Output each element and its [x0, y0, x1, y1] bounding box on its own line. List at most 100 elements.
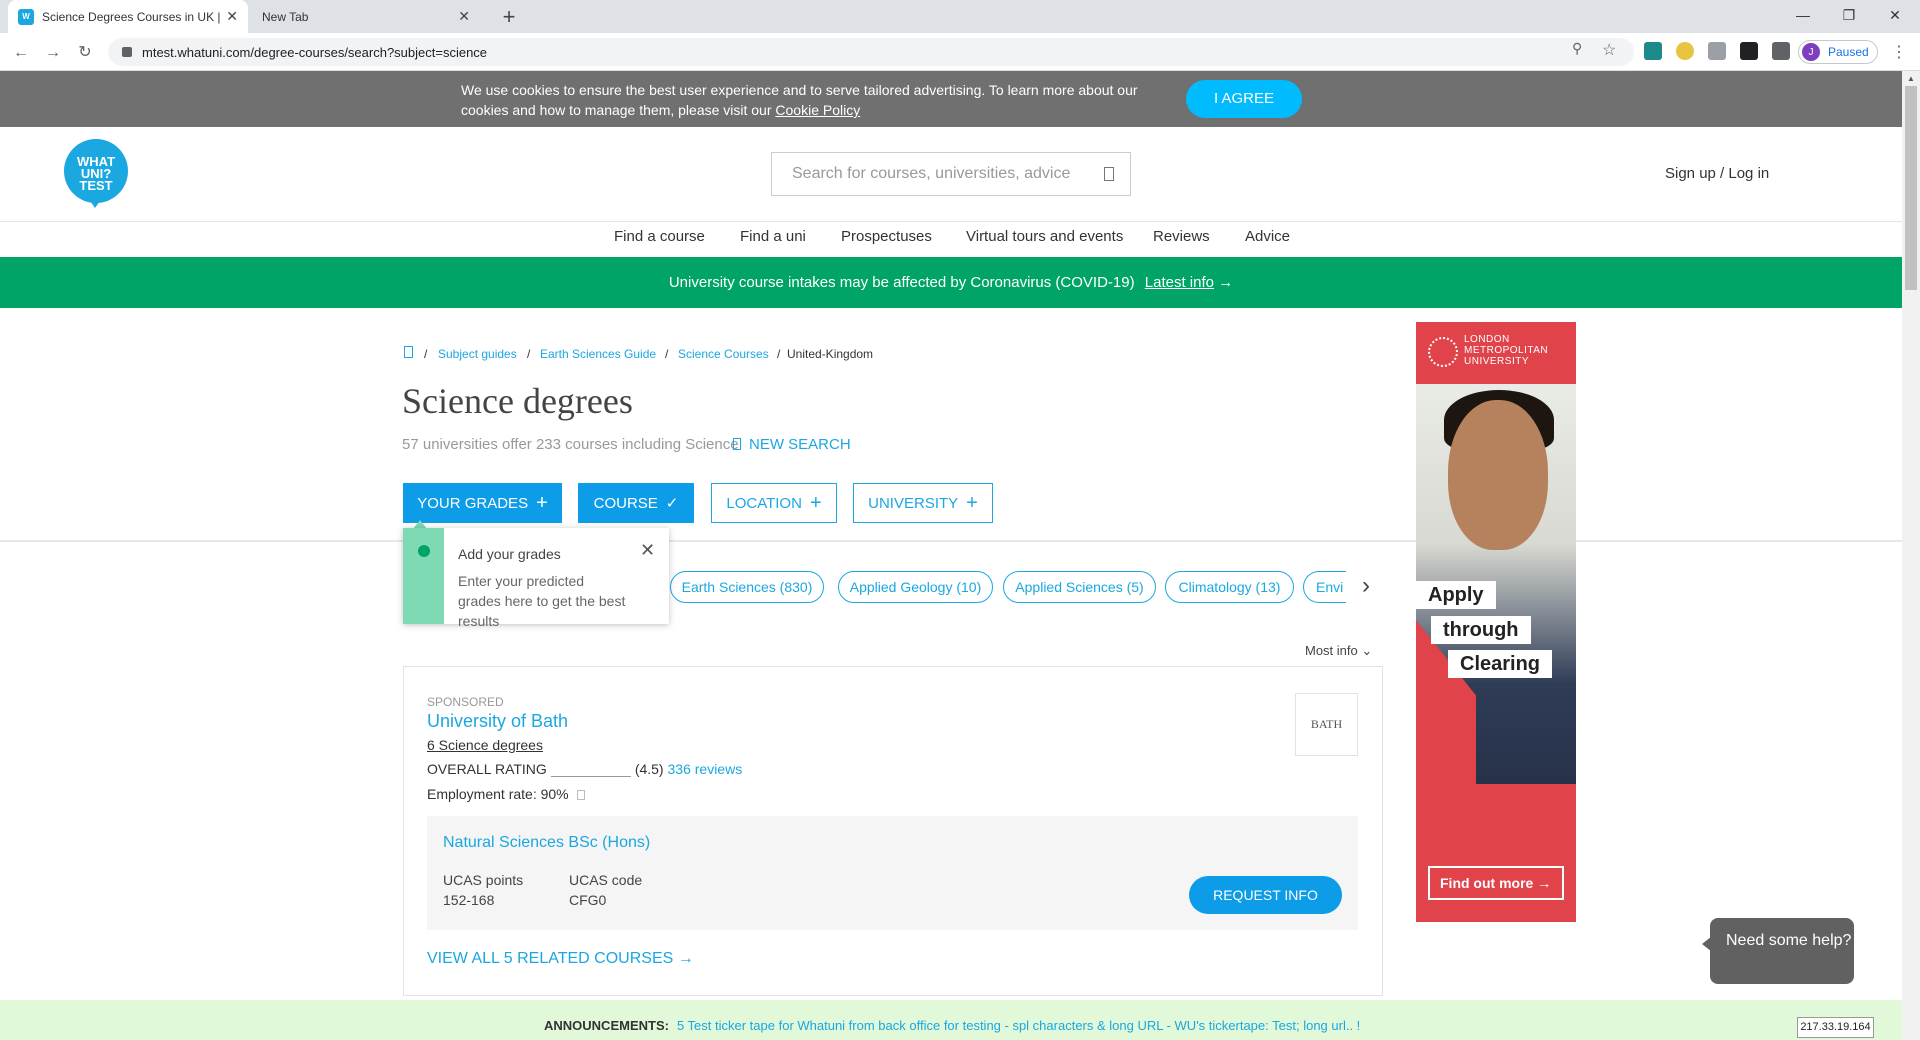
request-info-button[interactable]: REQUEST INFO — [1189, 876, 1342, 914]
ip-address-badge: 217.33.19.164 — [1797, 1017, 1874, 1038]
view-all-courses-link[interactable]: VIEW ALL 5 RELATED COURSES → — [427, 950, 694, 968]
filter-label: UNIVERSITY — [868, 494, 959, 512]
whatuni-logo[interactable]: WHAT UNI? TEST — [64, 139, 128, 203]
new-search-link[interactable]: NEW SEARCH — [733, 436, 851, 453]
advert-word: through — [1431, 616, 1531, 644]
nav-find-a-course[interactable]: Find a course — [614, 228, 705, 245]
forward-icon[interactable]: → — [40, 40, 66, 66]
cookie-text: We use cookies to ensure the best user e… — [461, 80, 1151, 120]
new-tab-button[interactable]: + — [496, 4, 522, 30]
nav-find-a-uni[interactable]: Find a uni — [740, 228, 806, 245]
extension-icon[interactable] — [1644, 42, 1662, 60]
close-tab-icon[interactable]: ✕ — [458, 8, 470, 25]
check-icon: ✓ — [665, 494, 679, 512]
restore-icon[interactable]: ❐ — [1826, 0, 1872, 33]
profile-label: Paused — [1828, 45, 1869, 59]
scrollbar-thumb[interactable] — [1905, 86, 1917, 290]
back-icon[interactable]: ← — [8, 40, 34, 66]
subject-pill-applied-sciences[interactable]: Applied Sciences (5) — [1003, 571, 1156, 603]
latest-info-link[interactable]: Latest info — [1145, 274, 1214, 291]
subject-pill-earth-sciences[interactable]: Earth Sciences (830) — [670, 571, 824, 603]
cookie-policy-link[interactable]: Cookie Policy — [775, 102, 860, 118]
url-bar[interactable]: mtest.whatuni.com/degree-courses/search?… — [108, 38, 1634, 66]
tooltip-body: Enter your predicted grades here to get … — [458, 573, 626, 629]
scroll-up-icon[interactable]: ▲ — [1902, 71, 1920, 86]
subject-pill-climatology[interactable]: Climatology (13) — [1165, 571, 1294, 603]
ucas-code-value: CFG0 — [569, 892, 607, 908]
avatar: J — [1802, 43, 1820, 61]
reviews-link[interactable]: 336 reviews — [668, 761, 743, 777]
your-grades-filter[interactable]: YOUR GRADES + — [403, 483, 562, 523]
ticker-message[interactable]: 5 Test ticker tape for Whatuni from back… — [677, 1018, 1360, 1033]
london-met-logo-icon — [1428, 337, 1458, 367]
bookmark-star-icon[interactable]: ☆ — [1602, 40, 1620, 59]
nav-reviews[interactable]: Reviews — [1153, 228, 1210, 245]
close-tab-icon[interactable]: ✕ — [226, 8, 238, 25]
university-name-link[interactable]: University of Bath — [427, 711, 568, 732]
breadcrumb-subject-guides[interactable]: Subject guides — [438, 347, 517, 361]
arrow-right-icon: → — [1218, 274, 1234, 291]
minimize-icon[interactable]: — — [1780, 0, 1826, 33]
search-icon[interactable] — [1104, 167, 1114, 181]
info-icon[interactable] — [576, 790, 585, 800]
nav-prospectuses[interactable]: Prospectuses — [841, 228, 932, 245]
advert-word: Clearing — [1448, 650, 1553, 678]
close-window-icon[interactable]: ✕ — [1872, 0, 1918, 33]
breadcrumb-earth-sciences[interactable]: Earth Sciences Guide — [540, 347, 656, 361]
green-dot-icon — [418, 545, 430, 557]
logo-tail — [88, 198, 102, 208]
location-filter[interactable]: LOCATION + — [711, 483, 837, 523]
arrow-right-icon: → — [677, 950, 694, 967]
tab-title: New Tab — [262, 9, 309, 24]
puzzle-extensions-icon[interactable] — [1772, 42, 1790, 60]
sort-dropdown[interactable]: Most info ⌄ — [1305, 643, 1372, 659]
plus-icon: + — [809, 492, 822, 514]
find-out-more-button[interactable]: Find out more → — [1428, 866, 1564, 900]
new-search-label: NEW SEARCH — [749, 436, 851, 453]
subject-pill-applied-geology[interactable]: Applied Geology (10) — [838, 571, 993, 603]
close-icon[interactable]: ✕ — [1856, 946, 1873, 971]
find-out-more-label: Find out more — [1440, 875, 1534, 891]
profile-button[interactable]: J Paused — [1798, 40, 1878, 64]
agree-button[interactable]: I AGREE — [1186, 80, 1302, 118]
search-placeholder: Search for courses, universities, advice — [792, 165, 1071, 182]
extension-icon[interactable] — [1740, 42, 1758, 60]
plus-icon: + — [966, 492, 978, 514]
tooltip-accent — [403, 528, 444, 624]
university-logo[interactable]: BATH — [1295, 693, 1358, 756]
arrow-right-icon: → — [1537, 875, 1552, 891]
ucas-points-label: UCAS points — [443, 872, 524, 888]
rating-label: OVERALL RATING — [427, 761, 547, 777]
home-icon[interactable] — [404, 346, 413, 358]
ucas-code-label: UCAS code — [569, 872, 643, 888]
signup-login-link[interactable]: Sign up / Log in — [1665, 165, 1769, 182]
breadcrumb-science-courses[interactable]: Science Courses — [678, 347, 769, 361]
course-name-link[interactable]: Natural Sciences BSc (Hons) — [443, 834, 650, 852]
employment-rate: Employment rate: 90% — [427, 786, 585, 802]
chevron-right-icon[interactable]: › — [1346, 566, 1386, 606]
employment-text: Employment rate: 90% — [427, 786, 569, 802]
reload-icon[interactable]: ↻ — [72, 40, 98, 66]
sort-label: Most info — [1305, 643, 1358, 658]
tab-active[interactable]: W Science Degrees Courses in UK | ✕ — [8, 0, 248, 33]
search-input[interactable]: Search for courses, universities, advice — [771, 152, 1131, 196]
nav-advice[interactable]: Advice — [1245, 228, 1290, 245]
tab-new-tab[interactable]: New Tab ✕ — [250, 0, 482, 33]
breadcrumb-separator: / — [777, 347, 781, 361]
course-filter[interactable]: COURSE ✓ — [578, 483, 694, 523]
more-menu-icon[interactable]: ⋮ — [1886, 40, 1912, 66]
nav-virtual-tours[interactable]: Virtual tours and events — [966, 228, 1123, 245]
degree-count-link[interactable]: 6 Science degrees — [427, 737, 543, 753]
help-widget[interactable] — [1710, 918, 1854, 984]
search-icon — [733, 438, 741, 450]
extension-icon[interactable] — [1676, 42, 1694, 60]
extension-icon[interactable] — [1708, 42, 1726, 60]
ticker-label: ANNOUNCEMENTS: — [544, 1018, 669, 1033]
close-icon[interactable]: ✕ — [640, 540, 655, 561]
location-icon[interactable]: ⚲ — [1572, 40, 1588, 60]
university-filter[interactable]: UNIVERSITY + — [853, 483, 993, 523]
covid-message: University course intakes may be affecte… — [668, 274, 1135, 291]
breadcrumb-separator: / — [424, 347, 428, 361]
tooltip-title: Add your grades — [458, 546, 561, 562]
subject-pill-environmental[interactable]: Envi — [1303, 571, 1349, 603]
